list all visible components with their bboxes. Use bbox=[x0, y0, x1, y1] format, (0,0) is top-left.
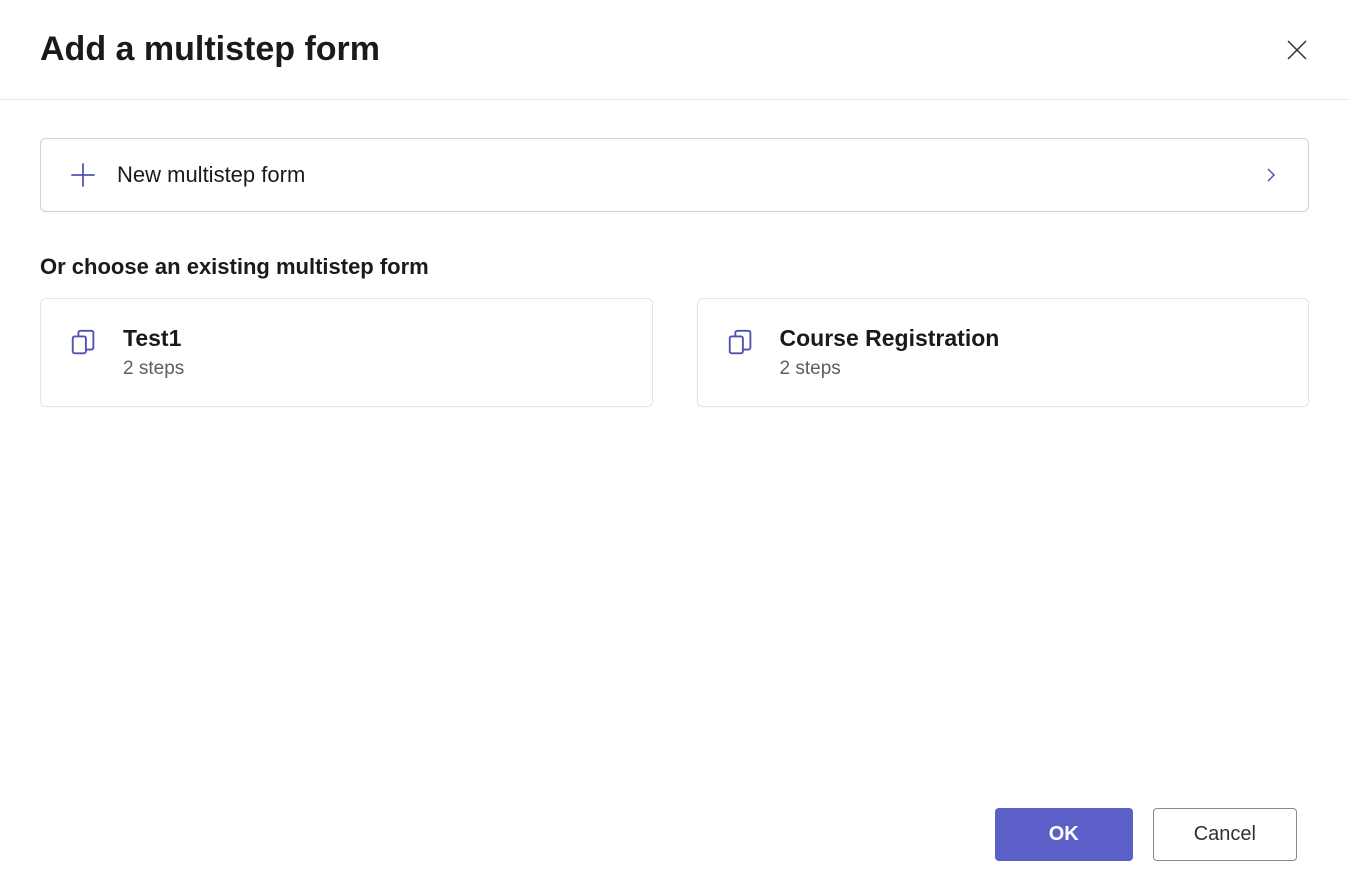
card-title: Test1 bbox=[123, 325, 184, 352]
multistep-form-icon bbox=[69, 327, 99, 357]
modal-footer: OK Cancel bbox=[995, 808, 1297, 861]
modal-header: Add a multistep form bbox=[0, 0, 1349, 100]
ok-button[interactable]: OK bbox=[995, 808, 1133, 861]
existing-forms-grid: Test1 2 steps Course Registration 2 step… bbox=[40, 298, 1309, 407]
modal-body: New multistep form Or choose an existing… bbox=[0, 100, 1349, 445]
existing-form-card[interactable]: Course Registration 2 steps bbox=[697, 298, 1310, 407]
card-subtitle: 2 steps bbox=[123, 358, 184, 380]
card-subtitle: 2 steps bbox=[780, 358, 1000, 380]
modal-title: Add a multistep form bbox=[40, 30, 380, 69]
existing-section-label: Or choose an existing multistep form bbox=[40, 254, 1309, 280]
chevron-right-icon bbox=[1262, 166, 1280, 184]
existing-form-card[interactable]: Test1 2 steps bbox=[40, 298, 653, 407]
new-form-label: New multistep form bbox=[117, 162, 305, 188]
cancel-button[interactable]: Cancel bbox=[1153, 808, 1297, 861]
new-multistep-form-button[interactable]: New multistep form bbox=[40, 138, 1309, 212]
multistep-form-icon bbox=[726, 327, 756, 357]
plus-icon bbox=[69, 161, 97, 189]
card-title: Course Registration bbox=[780, 325, 1000, 352]
close-icon[interactable] bbox=[1285, 38, 1309, 62]
